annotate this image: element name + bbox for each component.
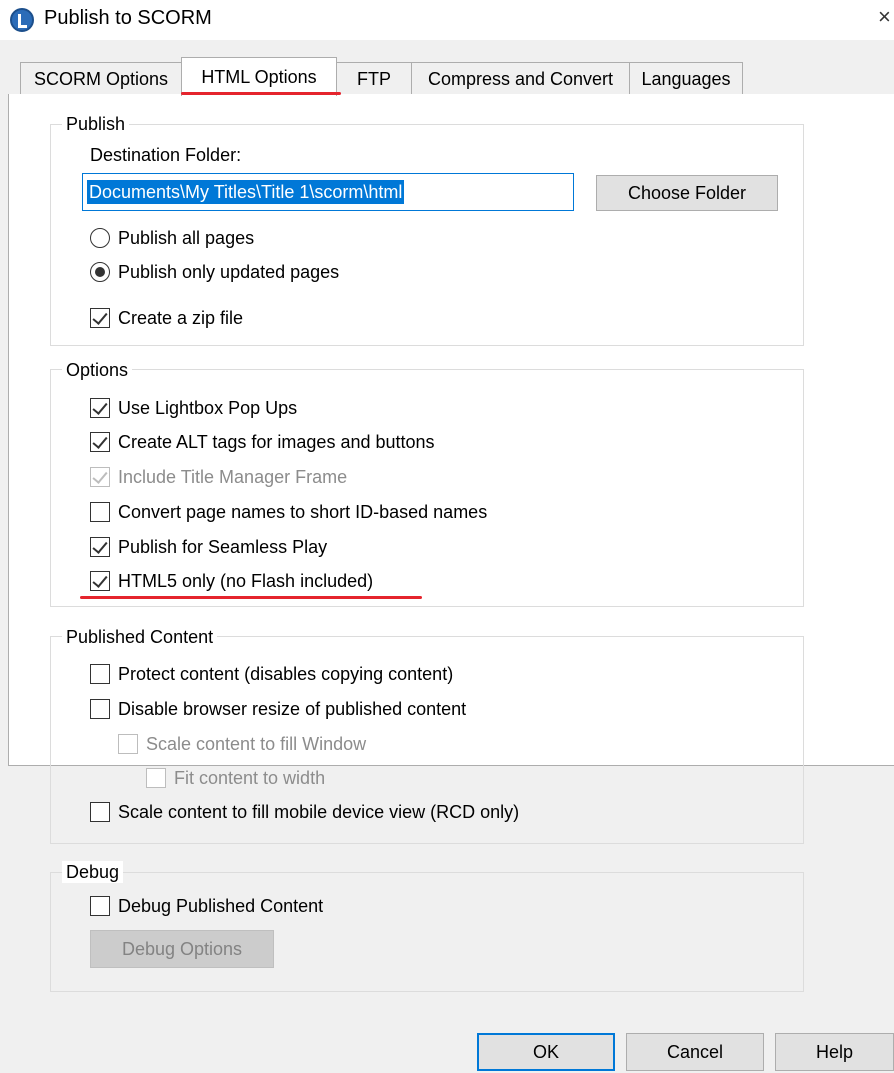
publish-updated-pages-label: Publish only updated pages: [118, 262, 340, 282]
destination-folder-label: Destination Folder:: [90, 145, 242, 165]
help-button[interactable]: Help: [775, 1033, 894, 1071]
tab-compress-and-convert[interactable]: Compress and Convert: [411, 62, 630, 94]
scale-mobile-checkbox[interactable]: [90, 802, 110, 822]
protect-content-label: Protect content (disables copying conten…: [118, 664, 454, 684]
lightbox-popups-label: Use Lightbox Pop Ups: [118, 398, 298, 418]
debug-content-checkbox[interactable]: [90, 896, 110, 916]
publish-all-pages-label: Publish all pages: [118, 228, 255, 248]
short-page-names-label: Convert page names to short ID-based nam…: [118, 502, 488, 522]
published-content-group-title: Published Content: [62, 626, 218, 648]
fit-to-width-checkbox: [146, 768, 166, 788]
publish-all-pages-radio[interactable]: [90, 228, 110, 248]
title-manager-frame-checkbox: [90, 467, 110, 487]
publish-group-title: Publish: [62, 113, 130, 135]
tab-languages[interactable]: Languages: [629, 62, 743, 94]
fit-to-width-label: Fit content to width: [174, 768, 326, 788]
choose-folder-button[interactable]: Choose Folder: [596, 175, 778, 211]
disable-resize-checkbox[interactable]: [90, 699, 110, 719]
disable-resize-label: Disable browser resize of published cont…: [118, 699, 467, 719]
title-manager-frame-label: Include Title Manager Frame: [118, 467, 348, 487]
seamless-play-checkbox[interactable]: [90, 537, 110, 557]
destination-folder-input[interactable]: Documents\My Titles\Title 1\scorm\html: [82, 173, 574, 211]
html5-annotation-underline: [80, 596, 422, 599]
options-group-title: Options: [62, 359, 133, 381]
seamless-play-label: Publish for Seamless Play: [118, 537, 328, 557]
close-icon[interactable]: ×: [878, 4, 891, 30]
html5-only-checkbox[interactable]: [90, 571, 110, 591]
window-title: Publish to SCORM: [44, 7, 212, 29]
publish-updated-pages-radio[interactable]: [90, 262, 110, 282]
protect-content-checkbox[interactable]: [90, 664, 110, 684]
app-logo-icon: [10, 8, 34, 32]
scale-to-window-label: Scale content to fill Window: [146, 734, 367, 754]
lightbox-popups-checkbox[interactable]: [90, 398, 110, 418]
debug-group-title: Debug: [62, 861, 124, 883]
ok-button[interactable]: OK: [477, 1033, 615, 1071]
alt-tags-label: Create ALT tags for images and buttons: [118, 432, 435, 452]
tab-ftp[interactable]: FTP: [336, 62, 412, 94]
title-bar: Publish to SCORM ×: [0, 0, 894, 40]
create-zip-label: Create a zip file: [118, 308, 244, 328]
destination-folder-value: Documents\My Titles\Title 1\scorm\html: [87, 180, 405, 204]
alt-tags-checkbox[interactable]: [90, 432, 110, 452]
short-page-names-checkbox[interactable]: [90, 502, 110, 522]
tab-annotation-underline: [181, 92, 341, 95]
cancel-button[interactable]: Cancel: [626, 1033, 764, 1071]
tab-scorm-options[interactable]: SCORM Options: [20, 62, 182, 94]
tab-html-options[interactable]: HTML Options: [181, 57, 337, 96]
debug-content-label: Debug Published Content: [118, 896, 324, 916]
html5-only-label: HTML5 only (no Flash included): [118, 571, 374, 591]
scale-to-window-checkbox: [118, 734, 138, 754]
debug-options-button: Debug Options: [90, 930, 274, 968]
create-zip-checkbox[interactable]: [90, 308, 110, 328]
scale-mobile-label: Scale content to fill mobile device view…: [118, 802, 520, 822]
